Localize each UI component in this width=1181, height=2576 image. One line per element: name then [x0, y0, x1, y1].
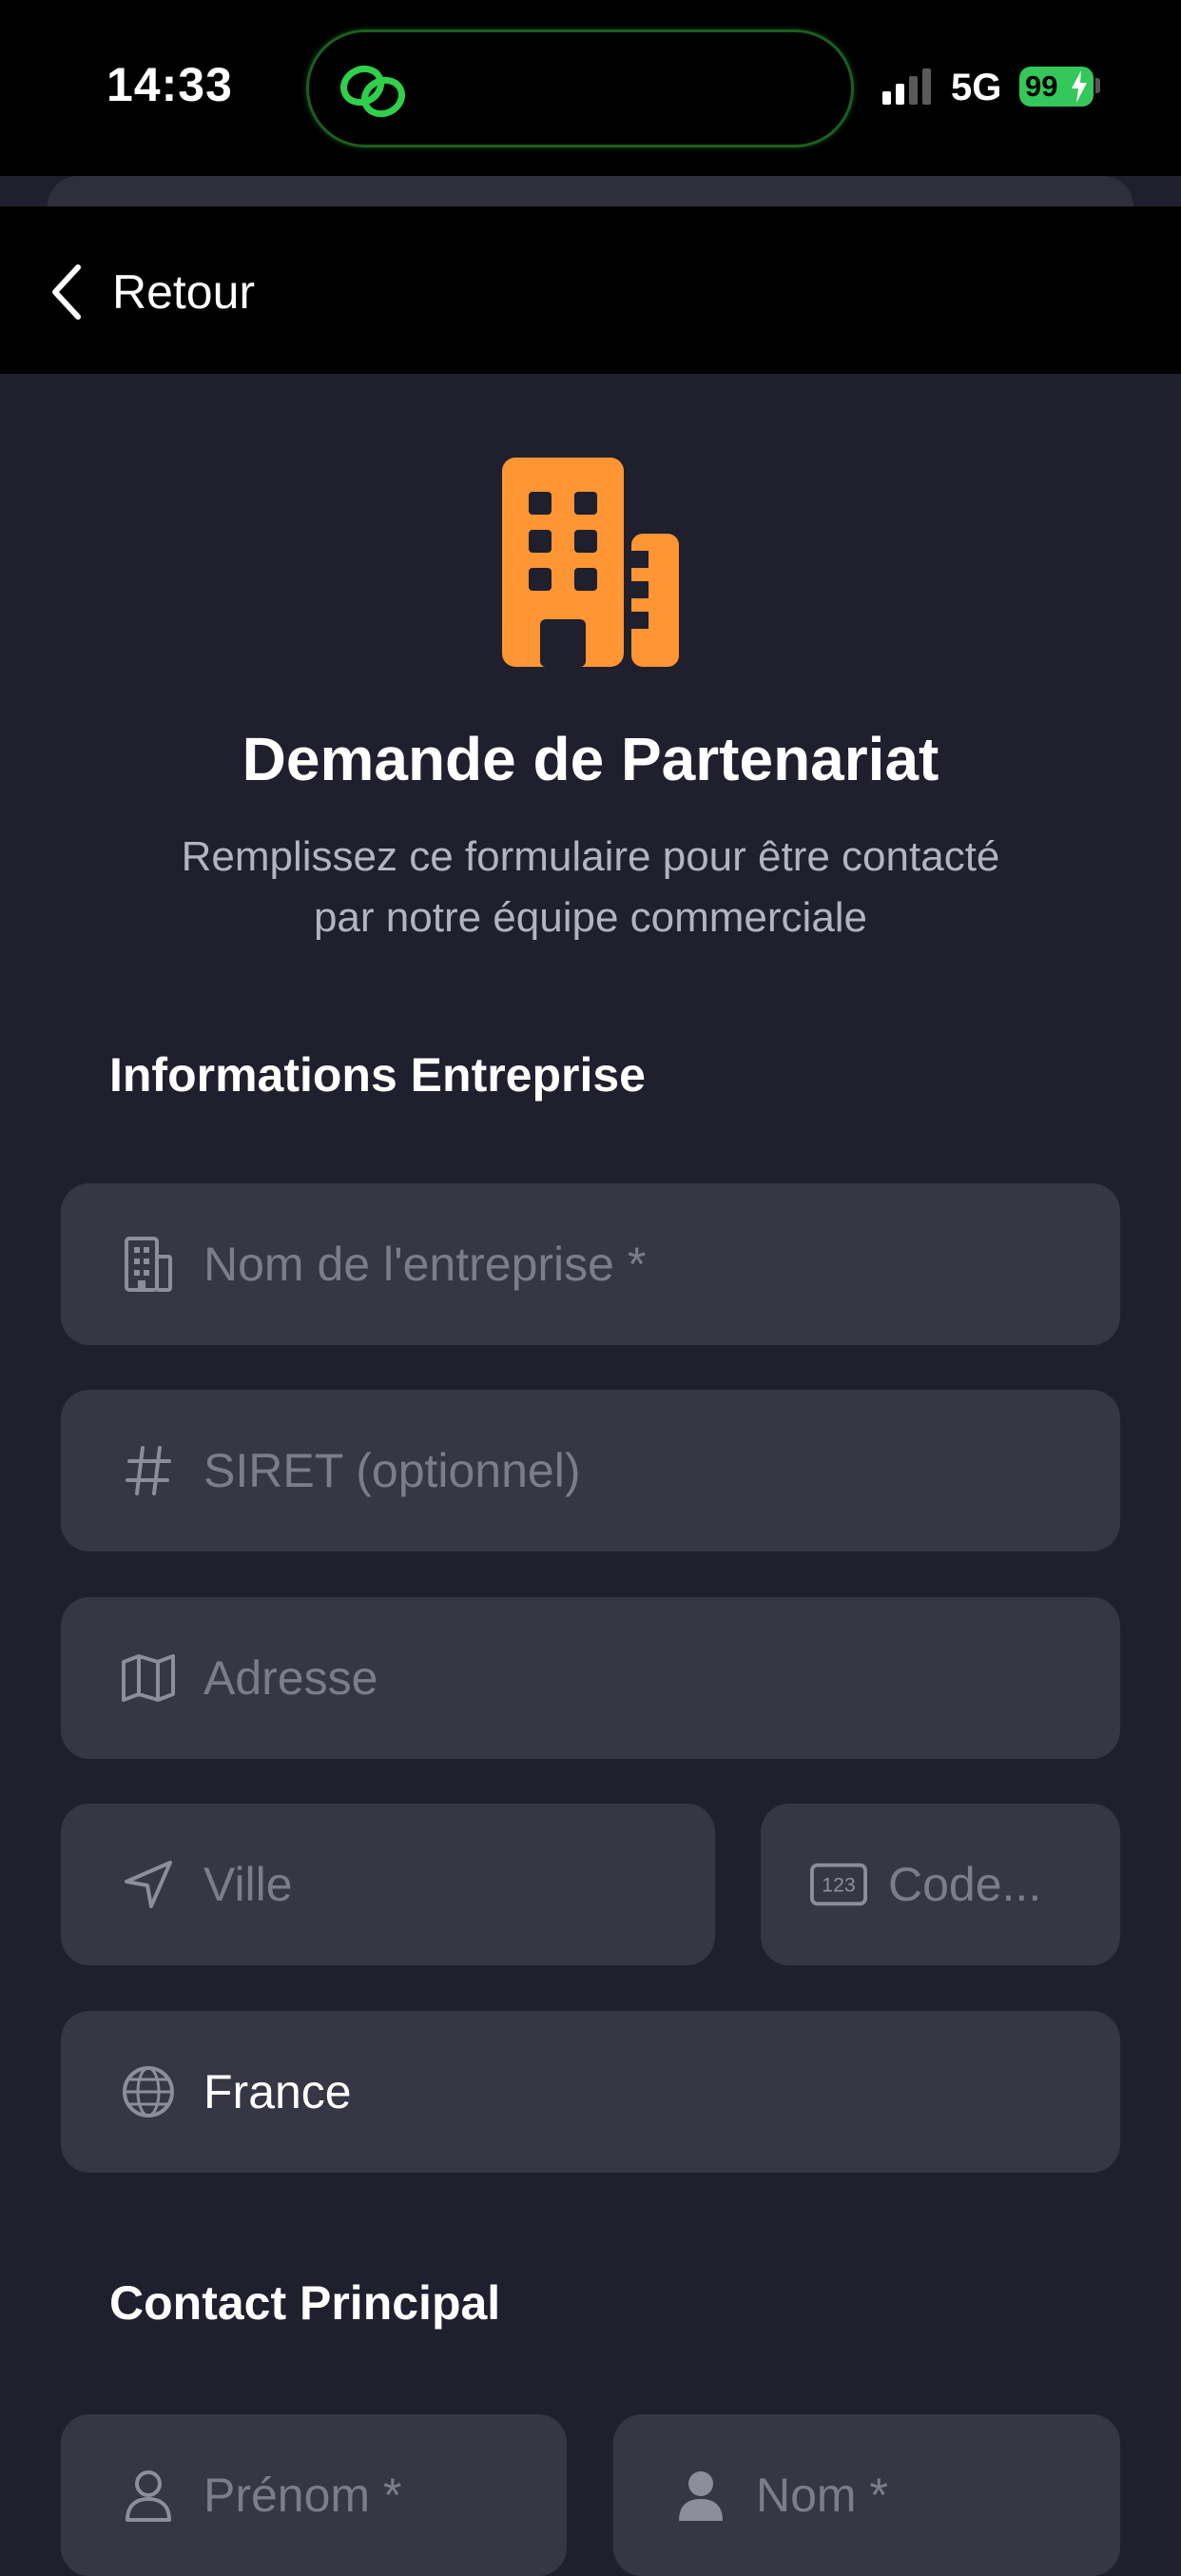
battery-level: 99: [1025, 69, 1058, 103]
chevron-left-icon: [52, 264, 81, 320]
page-subtitle: Remplissez ce formulaire pour être conta…: [95, 827, 1086, 948]
subtitle-line-2: par notre équipe commerciale: [313, 894, 868, 941]
back-button[interactable]: Retour: [48, 263, 255, 321]
sheet-background-peek: [48, 176, 1133, 206]
dynamic-island[interactable]: [306, 29, 854, 147]
postal-code-field[interactable]: 123 Code...: [761, 1804, 1120, 1965]
status-bar: 14:33 5G 99: [0, 0, 1181, 176]
network-type: 5G: [951, 67, 1002, 108]
number-pad-icon: 123: [810, 1863, 867, 1906]
siret-field[interactable]: SIRET (optionnel): [61, 1390, 1120, 1551]
status-time: 14:33: [106, 58, 233, 111]
charging-bolt-icon: [1072, 70, 1087, 103]
first-name-placeholder: Prénom *: [203, 2469, 402, 2522]
subtitle-line-1: Remplissez ce formulaire pour être conta…: [181, 833, 1000, 880]
back-label: Retour: [112, 265, 256, 319]
building-icon: [502, 458, 679, 667]
company-name-placeholder: Nom de l'entreprise *: [203, 1238, 647, 1291]
first-name-field[interactable]: Prénom *: [61, 2414, 567, 2576]
siret-placeholder: SIRET (optionnel): [203, 1444, 581, 1497]
city-placeholder: Ville: [203, 1858, 293, 1911]
postal-code-placeholder: Code...: [888, 1858, 1042, 1911]
person-outline-icon: [126, 2470, 171, 2522]
address-placeholder: Adresse: [203, 1651, 378, 1705]
globe-icon: [123, 2066, 174, 2117]
svg-text:123: 123: [822, 1874, 856, 1897]
last-name-field[interactable]: Nom *: [613, 2414, 1120, 2576]
company-name-field[interactable]: Nom de l'entreprise *: [61, 1183, 1120, 1345]
section-title-contact: Contact Principal: [109, 2276, 501, 2330]
building-outline-icon: [125, 1237, 172, 1292]
person-filled-icon: [679, 2471, 723, 2521]
city-field[interactable]: Ville: [61, 1804, 715, 1965]
link-icon: [340, 65, 405, 118]
country-value: France: [203, 2065, 352, 2118]
last-name-placeholder: Nom *: [756, 2469, 888, 2522]
battery-indicator: 99: [1019, 67, 1094, 107]
nav-bar: Retour: [0, 206, 1181, 374]
country-field[interactable]: France: [61, 2011, 1120, 2173]
page-title: Demande de Partenariat: [242, 725, 939, 793]
location-arrow-icon: [125, 1861, 172, 1908]
battery-cap: [1095, 78, 1100, 93]
section-title-company: Informations Entreprise: [109, 1048, 646, 1102]
signal-icon: [882, 68, 931, 105]
map-icon: [122, 1654, 175, 1702]
hashtag-icon: [126, 1446, 171, 1495]
address-field[interactable]: Adresse: [61, 1597, 1120, 1759]
